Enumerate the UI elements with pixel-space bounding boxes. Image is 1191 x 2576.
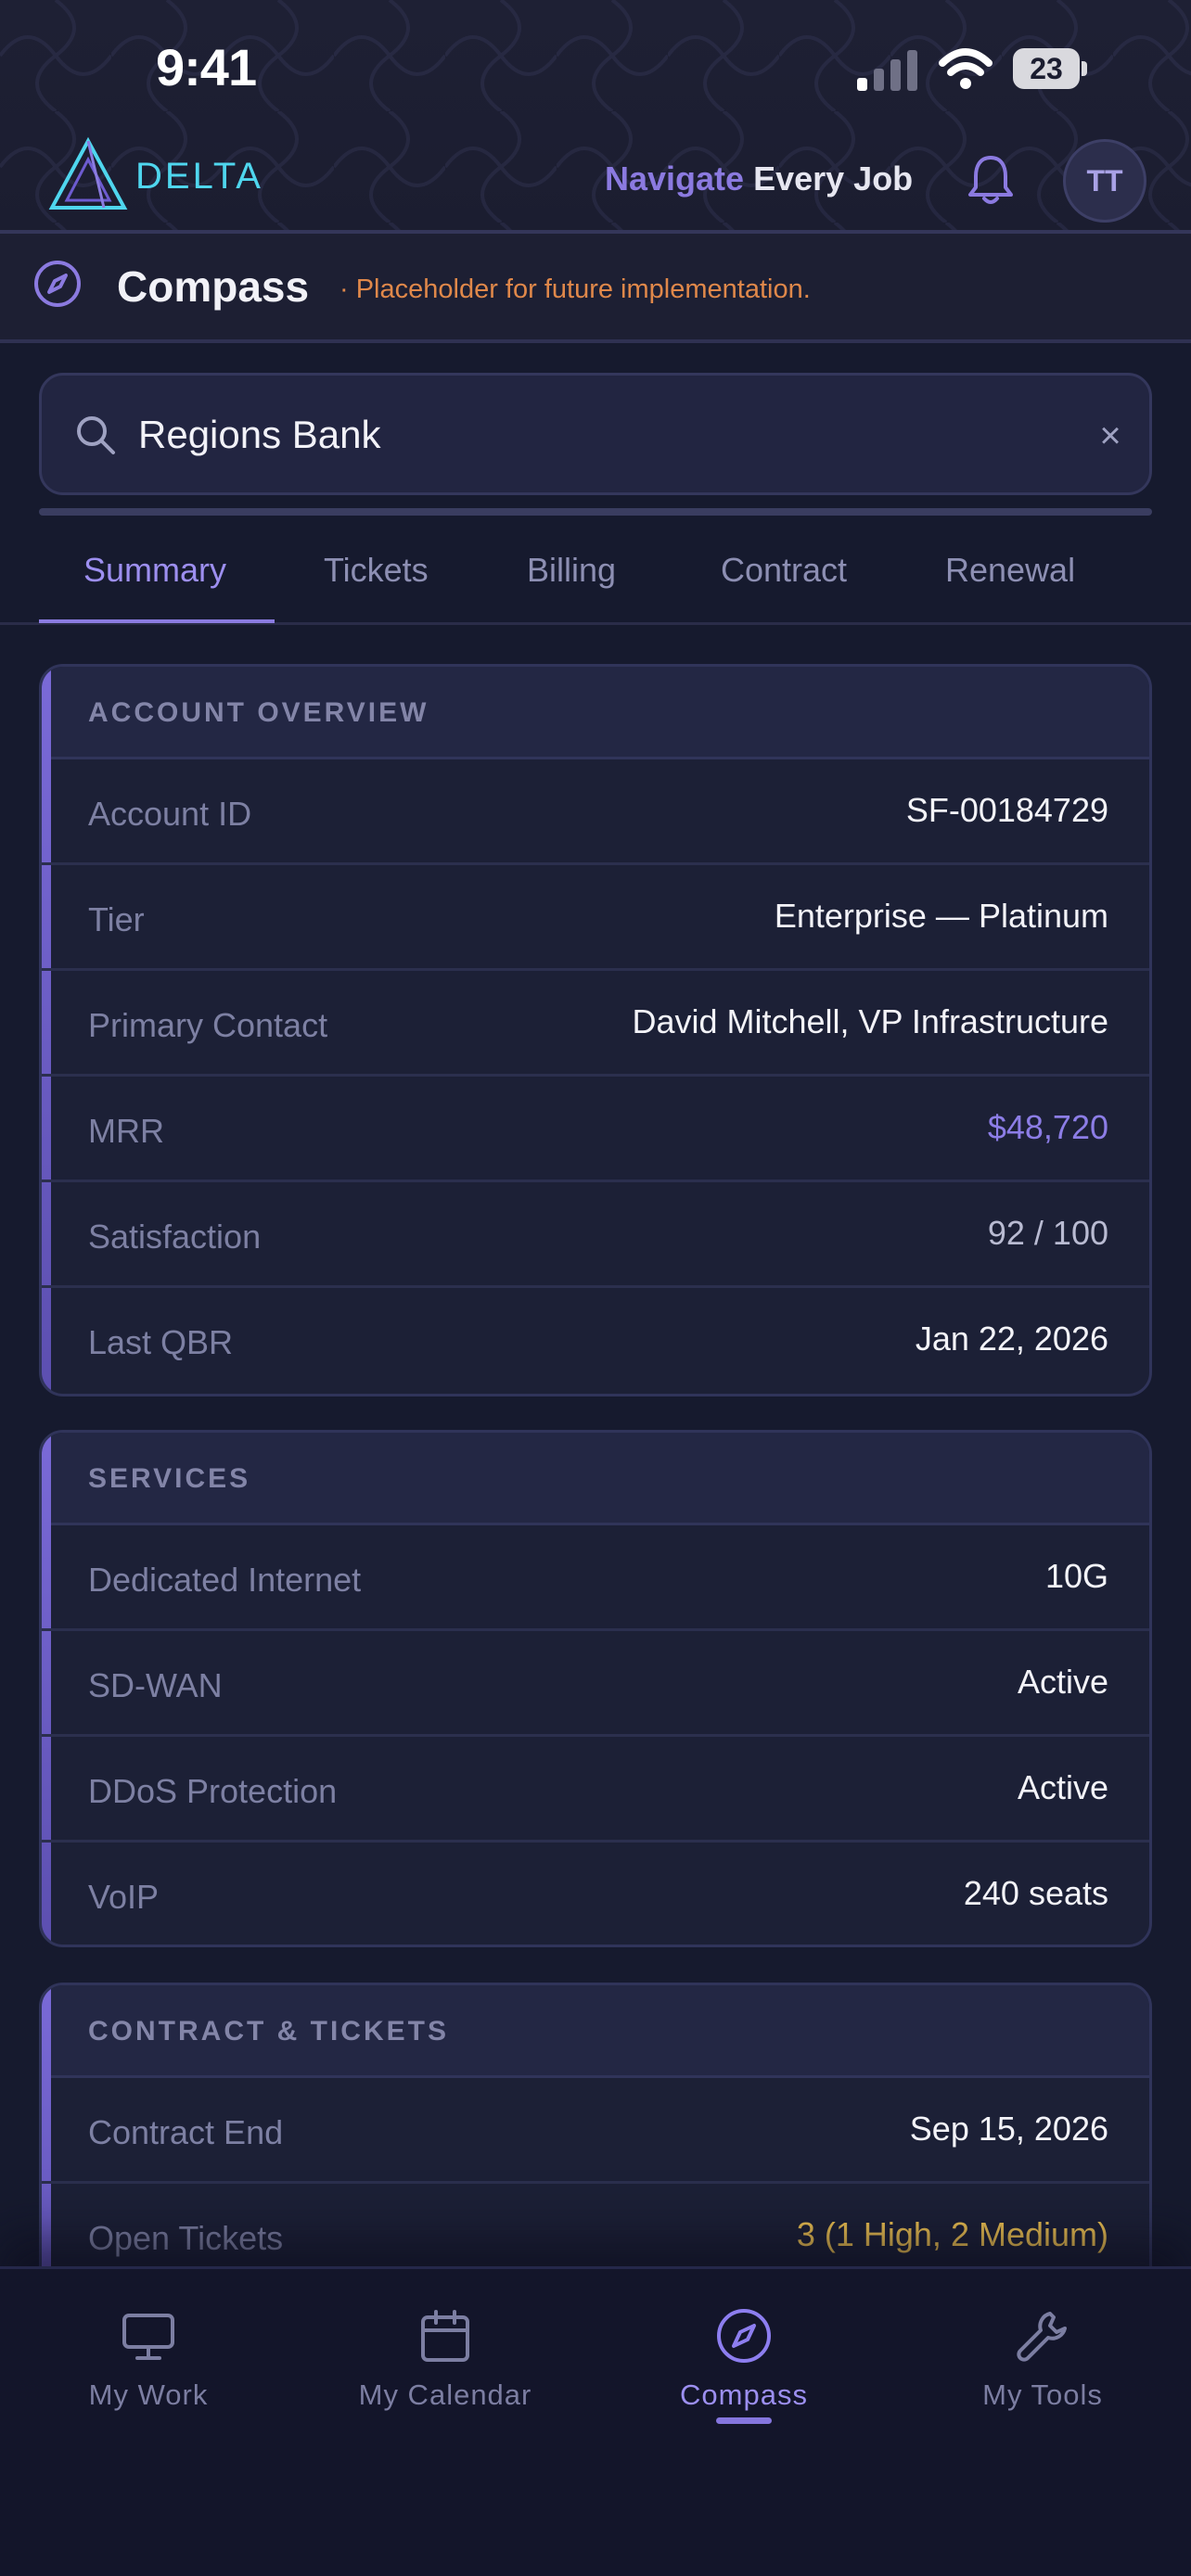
nav-label: Compass — [680, 2378, 808, 2411]
tab-tickets[interactable]: Tickets — [324, 551, 429, 621]
battery-indicator: 23 — [1013, 48, 1087, 89]
nav-label: My Work — [88, 2378, 209, 2411]
compass-icon — [717, 2309, 771, 2363]
status-bar: 9:41 23 — [0, 0, 1191, 139]
tab-bar: Summary Tickets Billing Contract Renewal — [0, 523, 1191, 625]
search-divider — [39, 508, 1152, 516]
row-label: SD-WAN — [88, 1666, 223, 1704]
row-label: MRR — [88, 1112, 164, 1150]
notification-bell-icon[interactable] — [965, 152, 1017, 208]
detail-row: DDoS Protection Active — [42, 1737, 1149, 1843]
nav-label: My Tools — [982, 2378, 1103, 2411]
nav-my-tools[interactable]: My Tools — [931, 2306, 1154, 2412]
row-value: SF-00184729 — [905, 791, 1108, 829]
account-overview-card: ACCOUNT OVERVIEW Account ID SF-00184729 … — [39, 664, 1152, 1396]
services-card: SERVICES Dedicated Internet 10G SD-WAN A… — [39, 1430, 1152, 1947]
detail-row: Primary Contact David Mitchell, VP Infra… — [42, 971, 1149, 1077]
detail-row: VoIP 240 seats — [42, 1843, 1149, 1945]
tab-contract[interactable]: Contract — [721, 551, 847, 621]
row-label: DDoS Protection — [88, 1772, 338, 1810]
detail-row: Last QBR Jan 22, 2026 — [42, 1288, 1149, 1394]
open-tickets-value: 3 (1 High, 2 Medium) — [796, 2215, 1108, 2253]
tagline-rest: Every Job — [744, 159, 914, 198]
cellular-signal-icon — [857, 50, 917, 91]
row-label: VoIP — [88, 1878, 160, 1916]
page-title: Compass — [117, 262, 310, 311]
detail-row: MRR $48,720 — [42, 1077, 1149, 1182]
app-header: 9:41 23 DELTA Navigate Every Job TT — [0, 0, 1191, 234]
row-value: Enterprise — Platinum — [774, 897, 1108, 935]
detail-row: Satisfaction 92 / 100 — [42, 1182, 1149, 1288]
row-label: Dedicated Internet — [88, 1561, 362, 1599]
row-label: Account ID — [88, 795, 252, 833]
row-label: Satisfaction — [88, 1218, 262, 1256]
tab-billing[interactable]: Billing — [527, 551, 616, 621]
detail-row: Tier Enterprise — Platinum — [42, 865, 1149, 971]
account-search-field[interactable]: × — [39, 373, 1152, 495]
compass-icon — [34, 261, 81, 307]
nav-my-work[interactable]: My Work — [37, 2306, 260, 2412]
wifi-icon — [939, 48, 992, 89]
row-value: David Mitchell, VP Infrastructure — [632, 1002, 1108, 1040]
detail-row: Account ID SF-00184729 — [42, 759, 1149, 865]
bottom-navigation: My Work My Calendar Compass My Tools — [0, 2266, 1191, 2576]
detail-row: SD-WAN Active — [42, 1631, 1149, 1737]
active-nav-indicator — [716, 2417, 772, 2424]
delta-logo-icon — [48, 136, 128, 210]
nav-label: My Calendar — [358, 2378, 532, 2411]
active-tab-indicator — [39, 619, 275, 623]
detail-row: Contract End Sep 15, 2026 — [42, 2078, 1149, 2184]
card-title: CONTRACT & TICKETS — [42, 1985, 1149, 2078]
user-avatar[interactable]: TT — [1063, 139, 1146, 223]
card-title: SERVICES — [42, 1433, 1149, 1525]
tagline: Navigate Every Job — [605, 159, 913, 198]
brand-row: DELTA Navigate Every Job TT — [0, 136, 1191, 230]
calendar-icon — [421, 2310, 469, 2362]
mrr-value: $48,720 — [987, 1108, 1108, 1146]
page-subheader: Compass · Placeholder for future impleme… — [0, 234, 1191, 343]
nav-compass[interactable]: Compass — [633, 2306, 855, 2412]
detail-row: Dedicated Internet 10G — [42, 1525, 1149, 1631]
tab-renewal[interactable]: Renewal — [945, 551, 1075, 621]
tagline-accent: Navigate — [605, 159, 745, 198]
status-time: 9:41 — [156, 38, 257, 96]
row-value: 10G — [1044, 1557, 1108, 1595]
row-label: Primary Contact — [88, 1006, 328, 1044]
row-label: Contract End — [88, 2113, 284, 2151]
card-title: ACCOUNT OVERVIEW — [42, 667, 1149, 759]
monitor-icon — [122, 2314, 174, 2360]
wrench-icon — [1017, 2312, 1067, 2362]
row-value: Sep 15, 2026 — [909, 2110, 1108, 2148]
brand-name: DELTA — [135, 156, 263, 197]
tab-summary[interactable]: Summary — [83, 551, 226, 621]
search-input[interactable] — [138, 402, 1066, 468]
satisfaction-value: 92 / 100 — [987, 1214, 1108, 1252]
clear-search-button[interactable]: × — [1090, 416, 1131, 457]
battery-level: 23 — [1030, 52, 1063, 85]
row-value: Active — [1017, 1663, 1108, 1701]
row-value: Jan 22, 2026 — [915, 1320, 1108, 1358]
placeholder-note: · Placeholder for future implementation. — [339, 274, 811, 304]
row-label: Open Tickets — [88, 2219, 284, 2257]
row-label: Last QBR — [88, 1323, 234, 1361]
search-icon — [77, 416, 115, 454]
row-value: 240 seats — [963, 1874, 1108, 1912]
row-label: Tier — [88, 900, 145, 938]
row-value: Active — [1017, 1768, 1108, 1806]
nav-my-calendar[interactable]: My Calendar — [334, 2306, 557, 2412]
